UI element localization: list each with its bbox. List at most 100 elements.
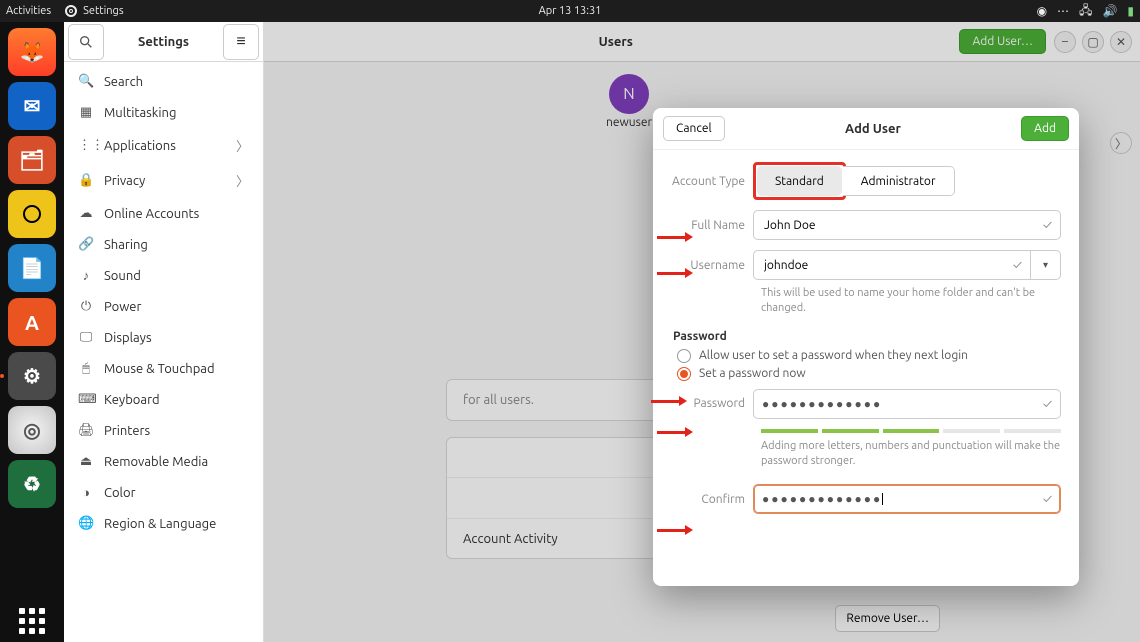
check-icon: ✓ (1043, 492, 1052, 506)
check-icon: ✓ (1043, 397, 1052, 411)
sidebar-item-label: Removable Media (104, 455, 208, 469)
confirm-label: Confirm (671, 493, 753, 506)
sidebar-item-search[interactable]: 🔍Search (64, 66, 263, 97)
sidebar-item-sound[interactable]: ♪ Sound (64, 260, 263, 291)
radio-next-login-label: Allow user to set a password when they n… (699, 349, 968, 362)
settings-sidebar: Settings ≡ 🔍Search▦Multitasking⋮⋮Applica… (64, 22, 264, 642)
sidebar-item-applications[interactable]: ⋮⋮Applications〉 (64, 128, 263, 163)
username-field[interactable]: ✓ (753, 250, 1031, 280)
account-type-segmented: Standard (757, 166, 842, 196)
radio-set-now-row[interactable]: Set a password now (677, 367, 1061, 381)
sidebar-item-icon: 🖱 (78, 361, 94, 376)
tray-overflow-icon[interactable]: ⋯ (1057, 4, 1069, 18)
sidebar-item-label: Search (104, 75, 143, 89)
dock-trash[interactable]: ♻ (8, 460, 56, 508)
sidebar-item-icon: ⌨ (78, 392, 94, 407)
network-icon[interactable]: 🖧 (1079, 1, 1092, 22)
dock-files[interactable]: 🗂 (8, 136, 56, 184)
sidebar-item-icon: ⏏ (78, 454, 94, 469)
sidebar-item-label: Color (104, 486, 136, 500)
chevron-right-icon: 〉 (236, 171, 249, 190)
radio-next-login[interactable] (677, 349, 691, 363)
sidebar-item-privacy[interactable]: 🔒 Privacy 〉 (64, 163, 263, 198)
dock-firefox[interactable]: 🦊 (8, 28, 56, 76)
dialog-add-button[interactable]: Add (1021, 116, 1069, 141)
sidebar-item-label: Printers (104, 424, 150, 438)
app-menu-label[interactable]: Settings (83, 5, 124, 17)
sidebar-item-icon: 🌐 (78, 516, 94, 531)
dock-apps-grid[interactable] (19, 608, 45, 634)
dock-rhythmbox[interactable] (8, 190, 56, 238)
sidebar-item-label: Sound (104, 269, 141, 283)
activities-button[interactable]: Activities (6, 5, 51, 17)
sidebar-item-icon: 🔗 (78, 237, 94, 252)
app-menu-icon (65, 5, 77, 17)
discord-tray-icon[interactable]: ◉ (1037, 4, 1047, 18)
username-suggest-button[interactable]: ▾ (1031, 250, 1061, 280)
sidebar-item-displays[interactable]: 🖵 Displays (64, 322, 263, 353)
radio-set-now[interactable] (677, 367, 691, 381)
standard-highlight: Standard (753, 162, 846, 200)
sidebar-item-icon: 🔒 (78, 173, 94, 188)
sidebar-item-removable-media[interactable]: ⏏ Removable Media (64, 446, 263, 477)
password-field[interactable]: ●●●●●●●●●●●●● ✓ (753, 389, 1061, 419)
password-strength-meter (761, 429, 1061, 433)
battery-icon[interactable]: ▮ (1127, 4, 1134, 18)
sidebar-item-icon: ⋮⋮ (78, 138, 94, 153)
sidebar-item-label: Online Accounts (104, 207, 199, 221)
gnome-top-bar: Activities Settings Apr 13 13:31 ◉ ⋯ 🖧 🔊… (0, 0, 1140, 22)
confirm-input[interactable]: ●●●●●●●●●●●●● (762, 492, 882, 506)
sidebar-item-power[interactable]: ⏻ Power (64, 291, 263, 322)
sidebar-item-keyboard[interactable]: ⌨ Keyboard (64, 384, 263, 415)
full-name-input[interactable] (762, 218, 1043, 233)
sidebar-item-online-accounts[interactable]: ☁Online Accounts (64, 198, 263, 229)
dialog-cancel-button[interactable]: Cancel (663, 116, 725, 141)
account-type-standard[interactable]: Standard (757, 166, 842, 196)
sidebar-search-button[interactable] (68, 24, 104, 60)
sidebar-item-label: Keyboard (104, 393, 160, 407)
dock-settings[interactable]: ⚙ (8, 352, 56, 400)
annotation-arrow (657, 232, 693, 242)
sidebar-item-icon: 🖨 (78, 423, 94, 438)
annotation-arrow (651, 396, 687, 406)
confirm-field[interactable]: ●●●●●●●●●●●●● ✓ (753, 484, 1061, 514)
radio-next-login-row[interactable]: Allow user to set a password when they n… (677, 349, 1061, 363)
dock-disks[interactable]: ◎ (8, 406, 56, 454)
dock-writer[interactable]: 📄 (8, 244, 56, 292)
sidebar-item-sharing[interactable]: 🔗Sharing (64, 229, 263, 260)
sidebar-item-icon: ◑ (78, 485, 94, 500)
sidebar-item-region-language[interactable]: 🌐 Region & Language (64, 508, 263, 539)
settings-content: Users Add User… – ▢ ✕ N newuser 〉 ✎ (264, 22, 1140, 642)
annotation-arrow (657, 525, 693, 535)
account-type-administrator[interactable]: Administrator (843, 167, 954, 195)
password-strength-hint: Adding more letters, numbers and punctua… (761, 439, 1061, 469)
volume-icon[interactable]: 🔊 (1102, 4, 1117, 18)
username-input[interactable] (762, 258, 1013, 273)
sidebar-item-multitasking[interactable]: ▦Multitasking (64, 97, 263, 128)
full-name-field[interactable]: ✓ (753, 210, 1061, 240)
sidebar-item-mouse-touchpad[interactable]: 🖱Mouse & Touchpad (64, 353, 263, 384)
sidebar-item-label: Privacy (104, 174, 145, 188)
sidebar-item-icon: ⏻ (78, 299, 94, 314)
password-input[interactable]: ●●●●●●●●●●●●● (762, 397, 1043, 411)
dock-software[interactable]: A (8, 298, 56, 346)
sidebar-item-icon: ▦ (78, 105, 94, 120)
sidebar-item-printers[interactable]: 🖨 Printers (64, 415, 263, 446)
password-section-heading: Password (673, 330, 1061, 343)
radio-set-now-label: Set a password now (699, 367, 806, 380)
add-user-dialog: Cancel Add User Add Account Type Standar… (653, 108, 1079, 586)
sidebar-item-label: Power (104, 300, 141, 314)
sidebar-item-label: Displays (104, 331, 152, 345)
sidebar-item-label: Region & Language (104, 517, 216, 531)
sidebar-item-icon: 🖵 (78, 330, 94, 345)
account-type-label: Account Type (671, 175, 753, 188)
check-icon: ✓ (1013, 258, 1022, 272)
sidebar-item-color[interactable]: ◑ Color (64, 477, 263, 508)
hamburger-menu-button[interactable]: ≡ (223, 24, 259, 60)
annotation-arrow (657, 268, 693, 278)
username-hint: This will be used to name your home fold… (761, 286, 1061, 316)
settings-window: Settings ≡ 🔍Search▦Multitasking⋮⋮Applica… (64, 22, 1140, 642)
dock-thunderbird[interactable]: ✉ (8, 82, 56, 130)
clock[interactable]: Apr 13 13:31 (539, 5, 602, 17)
sidebar-item-icon: ♪ (78, 268, 94, 283)
